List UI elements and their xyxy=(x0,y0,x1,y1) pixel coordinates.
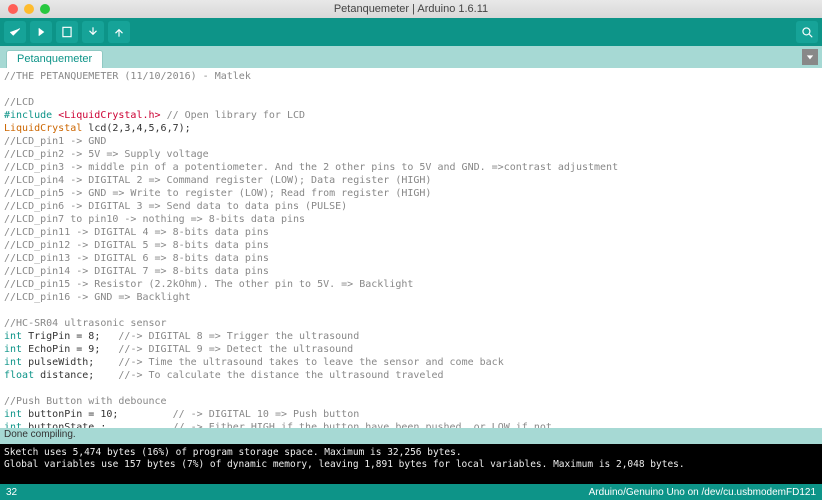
zoom-icon[interactable] xyxy=(40,4,50,14)
new-button[interactable] xyxy=(56,21,78,43)
code-line[interactable]: //LCD_pin13 -> DIGITAL 6 => 8-bits data … xyxy=(4,252,818,265)
code-line[interactable]: //Push Button with debounce xyxy=(4,395,818,408)
code-line[interactable]: //LCD_pin11 -> DIGITAL 4 => 8-bits data … xyxy=(4,226,818,239)
open-button[interactable] xyxy=(82,21,104,43)
traffic-lights xyxy=(0,4,50,14)
serial-monitor-button[interactable] xyxy=(796,21,818,43)
code-line[interactable]: int buttonPin = 10; // -> DIGITAL 10 => … xyxy=(4,408,818,421)
footer-bar: 32 Arduino/Genuino Uno on /dev/cu.usbmod… xyxy=(0,484,822,500)
code-line[interactable]: //LCD_pin14 -> DIGITAL 7 => 8-bits data … xyxy=(4,265,818,278)
code-line[interactable] xyxy=(4,304,818,317)
code-line[interactable]: int EchoPin = 9; //-> DIGITAL 9 => Detec… xyxy=(4,343,818,356)
close-icon[interactable] xyxy=(8,4,18,14)
code-line[interactable]: //LCD_pin6 -> DIGITAL 3 => Send data to … xyxy=(4,200,818,213)
status-bar: Done compiling. xyxy=(0,428,822,444)
code-line[interactable]: //LCD_pin1 -> GND xyxy=(4,135,818,148)
board-port: Arduino/Genuino Uno on /dev/cu.usbmodemF… xyxy=(589,487,816,498)
code-line[interactable]: //LCD_pin2 -> 5V => Supply voltage xyxy=(4,148,818,161)
code-line[interactable]: LiquidCrystal lcd(2,3,4,5,6,7); xyxy=(4,122,818,135)
window-title: Petanquemeter | Arduino 1.6.11 xyxy=(0,3,822,15)
console-output[interactable]: Sketch uses 5,474 bytes (16%) of program… xyxy=(0,444,822,484)
window-titlebar: Petanquemeter | Arduino 1.6.11 xyxy=(0,0,822,18)
toolbar xyxy=(0,18,822,46)
code-line[interactable]: //LCD_pin16 -> GND => Backlight xyxy=(4,291,818,304)
verify-button[interactable] xyxy=(4,21,26,43)
tab-petanquemeter[interactable]: Petanquemeter xyxy=(6,50,103,68)
code-line[interactable]: //LCD xyxy=(4,96,818,109)
code-line[interactable]: //LCD_pin12 -> DIGITAL 5 => 8-bits data … xyxy=(4,239,818,252)
code-line[interactable] xyxy=(4,83,818,96)
tab-menu-button[interactable] xyxy=(802,49,818,65)
code-line[interactable]: //HC-SR04 ultrasonic sensor xyxy=(4,317,818,330)
code-line[interactable]: int buttonState ; // -> Either HIGH if t… xyxy=(4,421,818,428)
minimize-icon[interactable] xyxy=(24,4,34,14)
code-editor[interactable]: //THE PETANQUEMETER (11/10/2016) - Matle… xyxy=(0,68,822,428)
upload-button[interactable] xyxy=(30,21,52,43)
code-line[interactable]: //LCD_pin4 -> DIGITAL 2 => Command regis… xyxy=(4,174,818,187)
code-line[interactable]: //THE PETANQUEMETER (11/10/2016) - Matle… xyxy=(4,70,818,83)
code-line[interactable]: float distance; //-> To calculate the di… xyxy=(4,369,818,382)
code-line[interactable]: //LCD_pin15 -> Resistor (2.2kOhm). The o… xyxy=(4,278,818,291)
status-message: Done compiling. xyxy=(4,429,76,440)
code-line[interactable]: //LCD_pin7 to pin10 -> nothing => 8-bits… xyxy=(4,213,818,226)
code-line[interactable]: int TrigPin = 8; //-> DIGITAL 8 => Trigg… xyxy=(4,330,818,343)
line-number: 32 xyxy=(6,487,17,498)
code-line[interactable]: //LCD_pin3 -> middle pin of a potentiome… xyxy=(4,161,818,174)
code-line[interactable]: //LCD_pin5 -> GND => Write to register (… xyxy=(4,187,818,200)
code-line[interactable]: int pulseWidth; //-> Time the ultrasound… xyxy=(4,356,818,369)
tab-bar: Petanquemeter xyxy=(0,46,822,68)
code-line[interactable]: #include <LiquidCrystal.h> // Open libra… xyxy=(4,109,818,122)
code-line[interactable] xyxy=(4,382,818,395)
save-button[interactable] xyxy=(108,21,130,43)
